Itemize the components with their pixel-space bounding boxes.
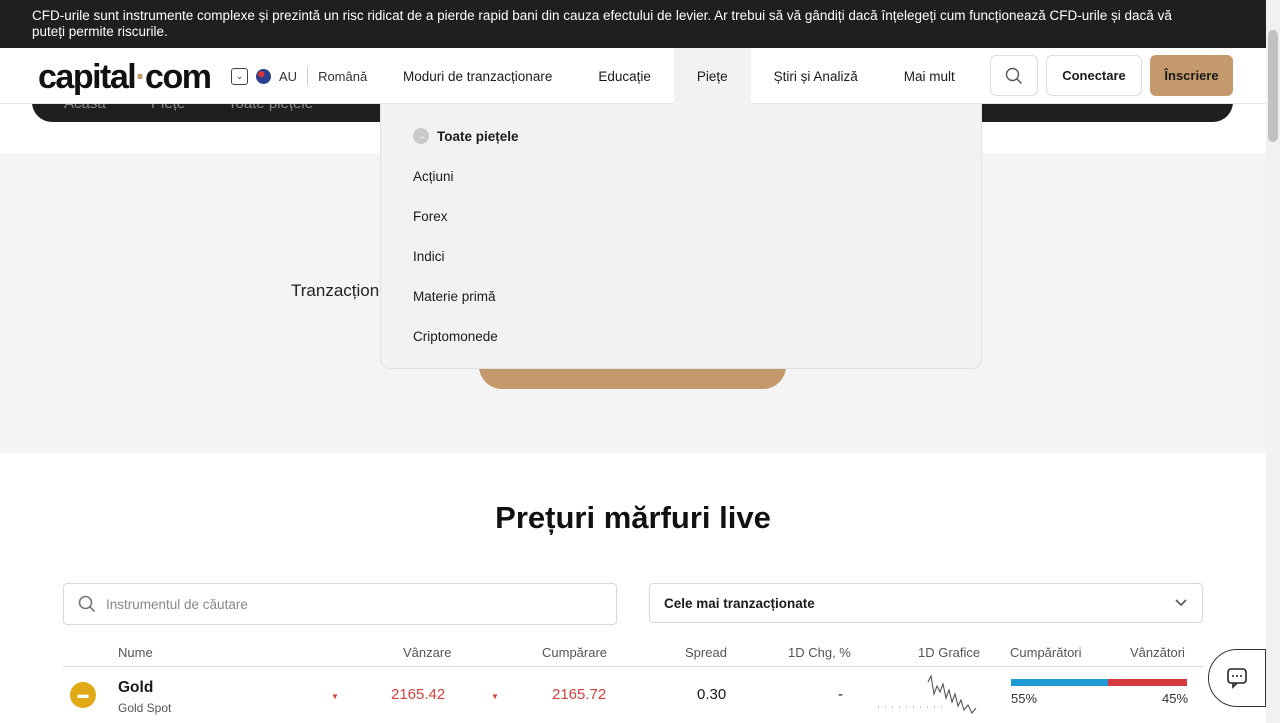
buyers-bar [1011, 679, 1108, 686]
language-label[interactable]: Română [318, 69, 367, 84]
sellers-percent: 45% [1162, 691, 1189, 706]
instrument-name[interactable]: Gold [118, 679, 153, 697]
spread-value: 0.30 [697, 686, 727, 703]
buy-price[interactable]: 2165.72 [552, 686, 606, 703]
sparkline-chart [878, 674, 977, 715]
region-selector[interactable]: ⌄ AU Română [231, 67, 367, 85]
column-header-sellers: Vânzători [1130, 645, 1185, 660]
column-header-spread[interactable]: Spread [685, 645, 727, 660]
site-header: capital·com ⌄ AU Română Moduri de tranza… [0, 48, 1266, 104]
section-title: Prețuri mărfuri live [495, 500, 771, 535]
capital-com-logo[interactable]: capital·com [38, 58, 212, 97]
search-placeholder: Instrumentul de căutare [106, 596, 248, 612]
price-down-icon: ▼ [331, 692, 339, 701]
nav-news-analysis[interactable]: Știri și Analiză [751, 48, 881, 104]
logo-dot: · [135, 58, 146, 96]
sort-select[interactable]: Cele mai tranzacționate [649, 583, 1203, 623]
divider [307, 67, 309, 85]
column-header-name[interactable]: Nume [118, 645, 153, 660]
chat-icon [1227, 668, 1247, 689]
column-header-buyers: Cumpărători [1010, 645, 1082, 660]
nav-more[interactable]: Mai mult [881, 48, 978, 104]
column-header-change[interactable]: 1D Chg, % [788, 645, 851, 660]
price-down-icon: ▼ [491, 692, 499, 701]
main-nav: Moduri de tranzacționare Educație Piețe … [380, 48, 978, 104]
logo-text-com: com [145, 58, 212, 96]
buyers-percent: 55% [1011, 691, 1038, 706]
nav-markets[interactable]: Piețe [673, 48, 751, 104]
signup-button[interactable]: Înscriere [1150, 55, 1233, 96]
nav-education[interactable]: Educație [575, 48, 674, 104]
column-header-chart: 1D Grafice [918, 645, 981, 660]
country-code: AU [279, 68, 298, 84]
chat-button[interactable] [1208, 649, 1266, 707]
login-button[interactable]: Conectare [1046, 55, 1142, 96]
menu-item-crypto[interactable]: Criptomonede [413, 329, 498, 344]
change-value: - [838, 686, 843, 703]
risk-warning-banner: CFD-urile sunt instrumente complexe și p… [0, 0, 1280, 48]
search-icon [78, 595, 96, 613]
column-header-sell[interactable]: Vânzare [403, 645, 451, 660]
chevron-down-icon: ⌄ [231, 67, 248, 85]
chevron-down-icon [1175, 599, 1187, 607]
instrument-search-input[interactable]: Instrumentul de căutare [63, 583, 617, 625]
australia-flag-icon [256, 68, 271, 84]
risk-warning-text: CFD-urile sunt instrumente complexe și p… [32, 8, 1172, 39]
menu-item-indices[interactable]: Indici [413, 249, 445, 264]
logo-text-capital: capital [38, 58, 137, 96]
header-search-button[interactable] [990, 55, 1038, 96]
instrument-subtitle: Gold Spot [118, 701, 172, 715]
search-icon [1005, 67, 1022, 84]
sellers-bar [1108, 679, 1187, 686]
menu-item-all-markets-label: Toate piețele [437, 128, 519, 144]
menu-item-all-markets[interactable]: → Toate piețele [413, 128, 519, 144]
column-header-buy[interactable]: Cumpărare [542, 645, 607, 660]
table-header-divider [63, 666, 1203, 667]
markets-dropdown-menu: → Toate piețele Acțiuni Forex Indici Mat… [380, 104, 982, 369]
menu-item-commodities[interactable]: Materie primă [413, 289, 496, 304]
sort-select-value: Cele mai tranzacționate [664, 595, 815, 611]
arrow-right-icon: → [413, 128, 429, 144]
gold-icon: ▬ [70, 682, 96, 708]
sell-price[interactable]: 2165.42 [391, 686, 445, 703]
scrollbar-thumb[interactable] [1268, 30, 1278, 142]
nav-trading-modes[interactable]: Moduri de tranzacționare [380, 48, 575, 104]
menu-item-forex[interactable]: Forex [413, 209, 448, 224]
menu-item-shares[interactable]: Acțiuni [413, 169, 454, 184]
